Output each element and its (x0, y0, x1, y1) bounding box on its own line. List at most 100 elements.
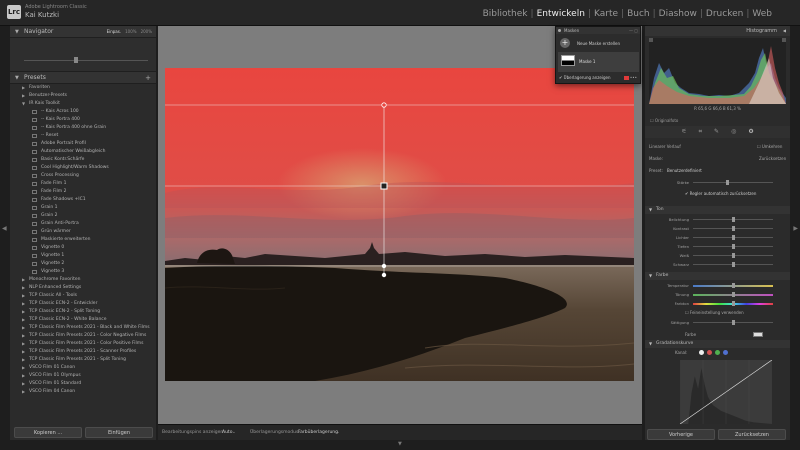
collapsed-triangle-icon[interactable]: ▶ (22, 340, 25, 348)
chevron-down-icon[interactable]: ⌄ (336, 430, 340, 435)
filmstrip-toggle-icon[interactable]: ▼ (398, 441, 402, 447)
preset-group[interactable]: ▶ TCP Classic ECN-2 - White Balance (10, 316, 156, 324)
slider-knob[interactable] (732, 235, 735, 240)
crop-icon[interactable]: ⌗ (699, 126, 702, 138)
curve-channel-blue[interactable] (723, 350, 728, 355)
preset-group[interactable]: ▶ NLP Enhanced Settings (10, 284, 156, 292)
invert-checkbox[interactable]: ☐ Umkehren (757, 144, 782, 149)
tone-curve-graph[interactable] (670, 360, 782, 424)
preset-group[interactable]: ▶ VSCO Film 04 Canon (10, 388, 156, 396)
preset-item[interactable]: Vignette 2 (10, 260, 156, 268)
tone-section-header[interactable]: ▼ Ton (645, 206, 790, 214)
left-panel-toggle-icon[interactable]: ◀ (2, 225, 7, 232)
edit-sliders-icon[interactable]: ⚟ (681, 126, 686, 138)
slider-knob[interactable] (732, 262, 735, 267)
tone-slider[interactable]: Lichter (645, 234, 790, 241)
histogram-header[interactable]: Histogramm ◀ (645, 26, 790, 36)
collapsed-triangle-icon[interactable]: ▶ (22, 84, 25, 92)
masks-panel-controls-icon[interactable]: — ▢ (629, 27, 638, 34)
overlay-mode-select[interactable]: Farbüberlagerung (298, 430, 338, 435)
show-edit-pins-select[interactable]: Auto (222, 430, 232, 435)
module-book[interactable]: Buch (625, 9, 652, 19)
zoom-100-option[interactable]: 100% (125, 26, 136, 38)
tint-slider[interactable]: Tönung (645, 291, 790, 298)
preset-item[interactable]: -- Reset (10, 132, 156, 140)
preset-item[interactable]: Fade Film 1 (10, 180, 156, 188)
preset-group[interactable]: ▶ VSCO Film 01 Canon (10, 364, 156, 372)
slider-knob[interactable] (732, 226, 735, 231)
amount-slider[interactable]: Stärke (645, 179, 790, 186)
collapsed-triangle-icon[interactable]: ▶ (22, 348, 25, 356)
preset-item[interactable]: Fade Film 2 (10, 188, 156, 196)
preset-item[interactable]: Vignette 0 (10, 244, 156, 252)
color-picker-swatch[interactable] (753, 332, 763, 337)
preset-group[interactable]: ▶ TCP Classic Film Presets 2021 - Color P… (10, 340, 156, 348)
preset-item[interactable]: Maskierte erweiterten (10, 236, 156, 244)
photo-image[interactable] (165, 68, 634, 381)
module-map[interactable]: Karte (592, 9, 620, 19)
zoom-fit-option[interactable]: Einpas. (107, 26, 122, 38)
collapsed-triangle-icon[interactable]: ▶ (22, 300, 25, 308)
preset-item[interactable]: Cool Highlight/Warm Shadows (10, 164, 156, 172)
tone-slider[interactable]: Weiß (645, 252, 790, 259)
slider-knob[interactable] (732, 320, 735, 325)
preset-item[interactable]: Grain 1 (10, 204, 156, 212)
collapsed-triangle-icon[interactable]: ▶ (22, 356, 25, 364)
checkmark-icon[interactable]: ✔ (559, 75, 562, 80)
new-mask-label[interactable]: Neue Maske erstellen (577, 41, 620, 46)
more-options-icon[interactable]: ••• (630, 73, 637, 83)
slider-knob[interactable] (732, 283, 735, 288)
preset-item[interactable]: Vignette 3 (10, 268, 156, 276)
curve-channel-red[interactable] (707, 350, 712, 355)
collapsed-triangle-icon[interactable]: ▶ (22, 332, 25, 340)
tone-slider[interactable]: Belichtung (645, 216, 790, 223)
overlay-color-swatch[interactable] (624, 76, 629, 80)
paste-button[interactable]: Einfügen (85, 427, 153, 438)
preset-group[interactable]: ▶ VSCO Film 01 Standard (10, 380, 156, 388)
healing-icon[interactable]: ✎ (714, 126, 719, 138)
collapsed-triangle-icon[interactable]: ▶ (22, 372, 25, 380)
preset-group[interactable]: ▶ VSCO Film 01 Olympus (10, 372, 156, 380)
preset-item[interactable]: Cross Processing (10, 172, 156, 180)
temperature-slider[interactable]: Temperatur (645, 282, 790, 289)
tone-slider[interactable]: Tiefen (645, 243, 790, 250)
add-mask-icon[interactable]: + (560, 38, 570, 48)
gradient-center-pin[interactable] (380, 182, 388, 190)
preset-group[interactable]: ▶ TCP Classic Film Presets 2021 - Scanner… (10, 348, 156, 356)
presets-header[interactable]: ▼ Presets + (10, 72, 156, 84)
slider-knob[interactable] (732, 292, 735, 297)
preset-item[interactable]: -- Kais Acros 100 (10, 108, 156, 116)
preset-item[interactable]: Grün wärmer (10, 228, 156, 236)
module-web[interactable]: Web (750, 9, 774, 19)
slider-knob[interactable] (732, 253, 735, 258)
collapsed-triangle-icon[interactable]: ▶ (22, 380, 25, 388)
original-photo-checkbox[interactable]: ☐ Originalfoto (650, 118, 678, 123)
preset-item[interactable]: Automatischer Weißabgleich (10, 148, 156, 156)
preset-group[interactable]: ▶ TCP Classic Film Presets 2021 - Color N… (10, 332, 156, 340)
collapsed-triangle-icon[interactable]: ▶ (22, 316, 25, 324)
collapsed-triangle-icon[interactable]: ▶ (22, 292, 25, 300)
navigator-slider-knob[interactable] (74, 57, 78, 63)
navigator-header[interactable]: ▼ Navigator Einpas. 100% 200% (10, 26, 156, 38)
module-develop[interactable]: Entwickeln (535, 9, 587, 19)
module-library[interactable]: Bibliothek (481, 9, 530, 19)
reset-button[interactable]: Zurücksetzen (718, 429, 786, 440)
preset-item[interactable]: -- Kais Portra 400 (10, 116, 156, 124)
collapsed-triangle-icon[interactable]: ▶ (22, 364, 25, 372)
preset-group[interactable]: ▶ TCP Classic All - Tools (10, 292, 156, 300)
tone-slider[interactable]: Kontrast (645, 225, 790, 232)
masking-icon[interactable]: ⚙ (748, 126, 753, 138)
add-preset-icon[interactable]: + (145, 72, 151, 84)
curve-channel-green[interactable] (715, 350, 720, 355)
mask-item[interactable]: Maske 1 (558, 52, 639, 72)
collapsed-triangle-icon[interactable]: ▶ (22, 324, 25, 332)
preset-select[interactable]: Benutzerdefiniert (667, 168, 702, 173)
previous-button[interactable]: Vorherige (647, 429, 715, 440)
preset-item[interactable]: Grain Anti-Portra (10, 220, 156, 228)
photo-canvas[interactable] (158, 26, 642, 424)
preset-group[interactable]: ▶ Benutzer-Presets (10, 92, 156, 100)
gradient-rotate-handle[interactable] (381, 272, 387, 278)
slider-knob[interactable] (732, 217, 735, 222)
fine-adjust-checkbox[interactable]: ☐ Feineinstellung verwenden (685, 310, 744, 315)
collapsed-triangle-icon[interactable]: ▶ (22, 284, 25, 292)
